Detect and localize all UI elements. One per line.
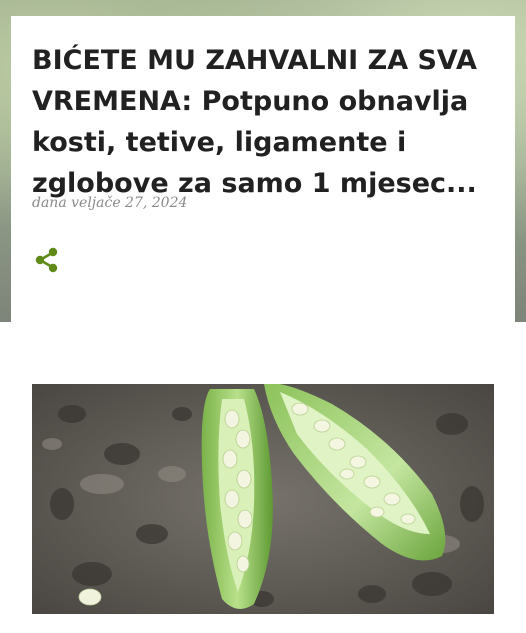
post-image[interactable] [32, 384, 494, 614]
post-date: dana veljače 27, 2024 [32, 195, 188, 211]
post-header-card: BIĆETE MU ZAHVALNI ZA SVA VREMENA: Potpu… [11, 16, 515, 322]
share-button[interactable] [31, 244, 63, 276]
post-title[interactable]: BIĆETE MU ZAHVALNI ZA SVA VREMENA: Potpu… [32, 40, 502, 204]
okra-pods-with-seeds-icon [32, 384, 494, 614]
share-icon [35, 247, 58, 273]
